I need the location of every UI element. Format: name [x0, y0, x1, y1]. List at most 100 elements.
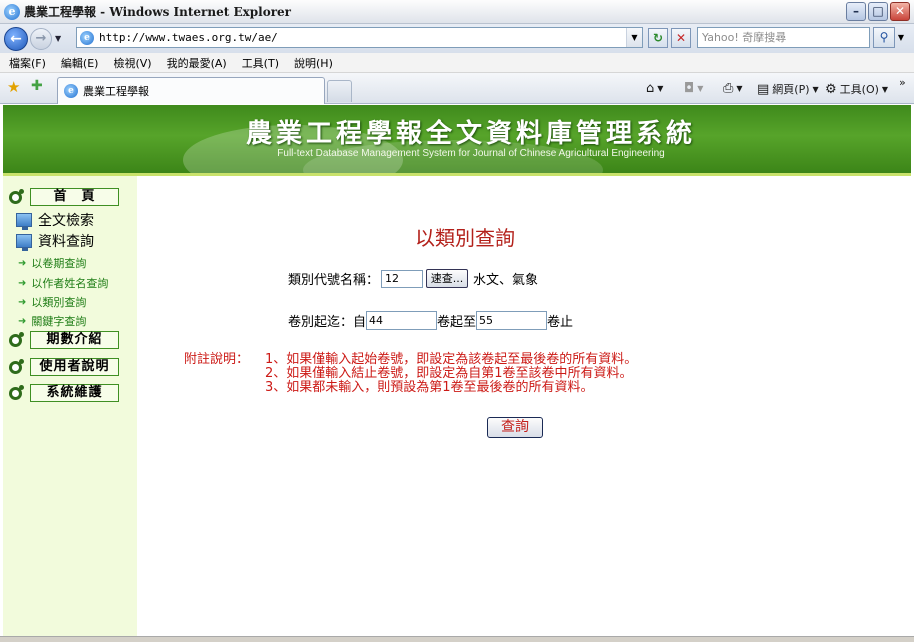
print-button[interactable]: ⎙ ▼ — [723, 81, 743, 96]
title-bar: e 農業工程學報 - Windows Internet Explorer – □… — [0, 0, 914, 24]
stop-button[interactable]: ✕ — [671, 28, 691, 48]
sidebar-item-label: 系統維護 — [30, 384, 119, 402]
monitor-icon — [16, 234, 32, 251]
sidebar-item-label: 使用者說明 — [30, 358, 119, 376]
minimize-button[interactable]: – — [846, 2, 866, 21]
sidebar-link-category[interactable]: ➜ 以類別查詢 — [18, 294, 86, 310]
sidebar-link-keyword[interactable]: ➜ 關鍵字查詢 — [18, 313, 86, 329]
arrow-right-icon: ➜ — [18, 277, 27, 289]
sidebar-item-label: 全文檢索 — [38, 213, 94, 229]
print-icon: ⎙ — [723, 81, 734, 96]
volume-label: 卷別起迄：自 — [288, 315, 367, 330]
menu-help[interactable]: 說明(H) — [294, 55, 333, 71]
arrow-right-icon: ➜ — [18, 257, 27, 269]
address-input[interactable]: e http://www.twaes.org.tw/ae/ ▼ — [76, 27, 643, 48]
feeds-button[interactable]: ◘ ▼ — [684, 81, 703, 96]
volume-mid-label: 卷起至 — [437, 315, 477, 330]
sidebar: 首 頁 全文檢索 資料查詢 ➜ 以卷期查詢 ➜ 以作者姓名查詢 ➜ 以類別查詢 … — [3, 176, 137, 636]
window-controls: – □ ✕ — [846, 2, 910, 21]
arrow-right-icon: ➜ — [18, 296, 27, 308]
page-viewport: 農業工程學報全文資料庫管理系統 Full-text Database Manag… — [3, 105, 911, 636]
sidebar-link-label: 以卷期查詢 — [31, 257, 87, 270]
search-input[interactable]: Yahoo! 奇摩搜尋 — [697, 27, 870, 48]
note-item: 3、如果都未輸入，則預設為第1卷至最後卷的所有資料。 — [265, 380, 594, 395]
menu-favorites[interactable]: 我的最愛(A) — [167, 55, 227, 71]
sidebar-item-label: 期數介紹 — [30, 331, 119, 349]
chevron-more-icon[interactable]: » — [899, 76, 906, 89]
home-icon: ⌂ — [646, 81, 655, 96]
bullet-icon — [9, 331, 24, 347]
sidebar-link-label: 關鍵字查詢 — [31, 315, 87, 328]
sidebar-link-author[interactable]: ➜ 以作者姓名查詢 — [18, 275, 108, 291]
gear-icon: ⚙ — [825, 81, 837, 97]
banner-stripe — [3, 173, 911, 176]
home-button[interactable]: ⌂ ▼ — [646, 81, 663, 96]
bullet-icon — [9, 384, 24, 400]
monitor-icon — [16, 213, 32, 230]
tab-bar: ★ ✚ e 農業工程學報 ⌂ ▼ ◘ ▼ ⎙ ▼ ▤ 網頁(P) ▼ ⚙ 工具(O) ▼ » — [0, 73, 914, 104]
quick-lookup-button[interactable]: 速查... — [426, 269, 469, 288]
volume-range-row: 卷別起迄：自 44 卷起至 55 卷止 — [288, 311, 573, 330]
arrow-right-icon: ➜ — [18, 315, 27, 327]
recent-pages-dropdown[interactable]: ▼ — [55, 34, 61, 43]
maximize-button[interactable]: □ — [868, 2, 888, 21]
back-button[interactable]: ← — [4, 26, 28, 51]
sidebar-link-label: 以作者姓名查詢 — [31, 277, 109, 290]
tab-page-icon: e — [64, 84, 78, 98]
sidebar-item-label: 資料查詢 — [38, 234, 94, 250]
address-dropdown[interactable]: ▼ — [626, 28, 642, 47]
search-button[interactable]: ⚲ — [873, 27, 895, 48]
sidebar-item-fulltext[interactable]: 全文檢索 — [16, 210, 94, 230]
search-options-dropdown[interactable]: ▼ — [895, 27, 907, 48]
tools-menu-button[interactable]: ⚙ 工具(O) ▼ — [825, 81, 888, 97]
category-name: 水文、氣象 — [473, 273, 539, 288]
query-button[interactable]: 查詢 — [487, 417, 543, 438]
add-favorite-icon[interactable]: ✚ — [31, 78, 43, 94]
tab-label: 農業工程學報 — [83, 85, 149, 98]
note-item: 2、如果僅輸入結止卷號，即設定為自第1卷至該卷中所有資料。 — [265, 366, 633, 381]
sidebar-item-issues[interactable]: 期數介紹 — [9, 331, 119, 349]
menu-tools[interactable]: 工具(T) — [242, 55, 279, 71]
sidebar-item-maintenance[interactable]: 系統維護 — [9, 384, 119, 402]
menu-view[interactable]: 檢視(V) — [113, 55, 151, 71]
ie-logo-icon: e — [4, 3, 20, 20]
note-item: 1、如果僅輸入起始卷號，即設定為該卷起至最後卷的所有資料。 — [265, 352, 638, 367]
sidebar-item-home[interactable]: 首 頁 — [9, 188, 119, 206]
refresh-button[interactable]: ↻ — [648, 28, 668, 48]
menu-bar: 檔案(F) 編輯(E) 檢視(V) 我的最愛(A) 工具(T) 說明(H) — [0, 53, 914, 73]
category-row: 類別代號名稱： 12 速查... 水文、氣象 — [288, 269, 538, 288]
forward-button[interactable]: → — [30, 27, 52, 50]
notes-label: 附註說明： — [184, 352, 250, 367]
sidebar-link-label: 以類別查詢 — [31, 296, 87, 309]
page-icon: ▤ — [757, 81, 770, 97]
category-code-input[interactable]: 12 — [381, 269, 424, 288]
menu-edit[interactable]: 編輯(E) — [61, 55, 99, 71]
category-label: 類別代號名稱： — [288, 273, 380, 288]
favorites-star-icon[interactable]: ★ — [7, 78, 20, 96]
site-banner: 農業工程學報全文資料庫管理系統 Full-text Database Manag… — [3, 105, 911, 173]
site-title: 農業工程學報全文資料庫管理系統 — [245, 119, 696, 149]
rss-icon: ◘ — [684, 81, 695, 96]
site-subtitle: Full-text Database Management System for… — [277, 148, 665, 159]
page-title: 以類別查詢 — [415, 226, 515, 250]
sidebar-link-volume[interactable]: ➜ 以卷期查詢 — [18, 255, 86, 271]
status-bar — [0, 636, 914, 642]
volume-to-input[interactable]: 55 — [476, 311, 548, 330]
sidebar-item-manual[interactable]: 使用者說明 — [9, 358, 119, 376]
volume-from-input[interactable]: 44 — [366, 311, 438, 330]
notes-list: 1、如果僅輸入起始卷號，即設定為該卷起至最後卷的所有資料。 2、如果僅輸入結止卷… — [265, 353, 765, 395]
volume-end-label: 卷止 — [547, 315, 574, 330]
window-title: 農業工程學報 - Windows Internet Explorer — [24, 5, 291, 19]
page-icon: e — [80, 30, 94, 45]
address-toolbar: ← → ▼ e http://www.twaes.org.tw/ae/ ▼ ↻ … — [0, 24, 914, 53]
page-menu-button[interactable]: ▤ 網頁(P) ▼ — [757, 81, 819, 97]
sidebar-item-data-query[interactable]: 資料查詢 — [16, 231, 94, 251]
new-tab-button[interactable] — [327, 80, 352, 102]
bullet-icon — [9, 188, 24, 204]
bullet-icon — [9, 358, 24, 374]
url-text: http://www.twaes.org.tw/ae/ — [99, 31, 278, 44]
menu-file[interactable]: 檔案(F) — [9, 55, 46, 71]
tools-menu-label: 工具(O) — [839, 83, 879, 96]
tab-current[interactable]: e 農業工程學報 — [57, 77, 325, 104]
close-button[interactable]: ✕ — [890, 2, 910, 21]
